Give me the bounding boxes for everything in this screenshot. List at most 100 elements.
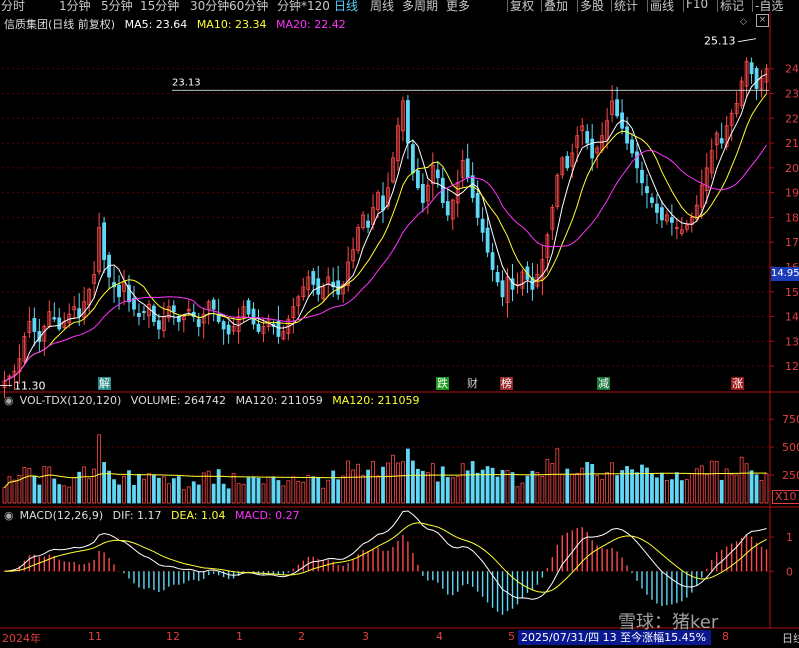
volume-bar	[296, 480, 301, 504]
event-marker-bang[interactable]: 榜	[500, 377, 513, 390]
volume-bar	[156, 477, 161, 504]
volume-bar	[47, 466, 52, 504]
macd-indicator-name[interactable]: MACD(12,26,9)	[20, 509, 104, 522]
header-triangle-icon[interactable]: ◇	[740, 17, 747, 27]
toolbar-item-1[interactable]: 1分钟	[59, 0, 91, 14]
volume-bar	[281, 485, 286, 504]
toolbar-item-7[interactable]: 日线	[334, 0, 358, 14]
volume-bar	[62, 485, 67, 504]
volume-bar	[719, 479, 724, 504]
price-tick-label: 19	[785, 187, 799, 200]
volume-bar	[500, 470, 505, 504]
volume-bar	[734, 474, 739, 504]
x-label-period[interactable]: 日线	[782, 630, 799, 646]
volume-bar	[620, 470, 624, 504]
toolbar-item-4[interactable]: 30分钟	[190, 0, 229, 14]
watermark: 雪球：猪ker	[618, 612, 719, 633]
toolbar-item-3[interactable]: 15分钟	[140, 0, 179, 14]
toolbar-item-10[interactable]: 更多	[446, 0, 470, 14]
volume-bar	[311, 476, 316, 504]
event-marker-cai[interactable]: 财	[466, 377, 479, 390]
candle-body	[221, 321, 226, 330]
volume-bar	[127, 470, 131, 504]
volume-bar	[580, 467, 585, 504]
candle-body	[749, 62, 754, 75]
volume-bar	[415, 468, 420, 504]
x-label-2024: 2024年	[2, 632, 41, 645]
candle-body	[415, 170, 420, 189]
macd-collapse-icon[interactable]: ◉	[4, 509, 14, 522]
volume-bar	[689, 473, 694, 504]
candle-body	[137, 313, 141, 317]
volume-bar	[475, 472, 480, 504]
toolbar-right-item-3[interactable]: 统计	[614, 0, 638, 14]
candle-body	[640, 169, 644, 184]
price-tick-label: 15	[785, 286, 799, 299]
volume-bar	[122, 475, 126, 504]
event-marker-jie[interactable]: 解	[98, 377, 111, 390]
toolbar-separator	[541, 0, 542, 12]
candle-body	[480, 218, 485, 233]
price-tick-label: 22	[785, 112, 799, 125]
ma5-line	[4, 73, 767, 382]
volume-bar	[455, 476, 460, 504]
ma10-value: MA10: 23.34	[196, 18, 267, 31]
vol-collapse-icon[interactable]: ◉	[4, 394, 14, 407]
ma20-value: MA20: 22.42	[276, 18, 346, 31]
toolbar-item-5[interactable]: 60分钟	[229, 0, 268, 14]
candle-body	[171, 305, 176, 313]
volume-bar	[425, 472, 430, 504]
volume-bar	[266, 476, 271, 504]
macd-value: MACD: 0.27	[235, 509, 300, 522]
toolbar-right-item-6[interactable]: 标记	[720, 0, 744, 14]
volume-bar	[336, 479, 341, 504]
vol-indicator-name[interactable]: VOL-TDX(120,120)	[20, 394, 122, 407]
toolbar-item-9[interactable]: 多周期	[402, 0, 438, 14]
vol-ma120-b: MA120: 211059	[332, 394, 420, 407]
toolbar-right-item-2[interactable]: 多股	[580, 0, 604, 14]
volume-value: VOLUME: 264742	[130, 394, 227, 407]
volume-bar	[560, 473, 565, 504]
toolbar-item-2[interactable]: 5分钟	[101, 0, 133, 14]
volume-bar	[420, 470, 425, 504]
toolbar-item-0[interactable]: 分时	[1, 0, 25, 14]
event-marker-jian[interactable]: 减	[597, 377, 610, 390]
price-tick-label: 14	[785, 311, 799, 324]
volume-bar	[316, 477, 321, 504]
volume-bar	[450, 477, 455, 504]
volume-bar	[67, 486, 72, 504]
toolbar-right-item-1[interactable]: 叠加	[544, 0, 568, 14]
volume-bar	[555, 448, 560, 504]
candle-body	[585, 131, 590, 144]
volume-bar	[445, 477, 450, 504]
volume-bar	[366, 469, 370, 504]
volume-unit-badge: X10	[772, 490, 799, 504]
volume-bar	[665, 480, 669, 504]
x-label-4: 4	[436, 630, 443, 643]
event-marker-die[interactable]: 跌	[436, 377, 449, 390]
volume-bar	[137, 473, 141, 504]
event-marker-zhang[interactable]: 涨	[731, 377, 744, 390]
close-panel-icon[interactable]: ×	[756, 14, 769, 27]
volume-bar	[510, 472, 515, 504]
candle-body	[500, 280, 505, 298]
candle-body	[435, 169, 440, 179]
toolbar-right-item-7[interactable]: -自选	[755, 0, 783, 14]
toolbar-item-6[interactable]: 分钟*120	[277, 0, 330, 14]
candle-body	[660, 207, 664, 221]
stock-title: 信质集团(日线 前复权)	[4, 18, 116, 31]
candle-body	[465, 158, 470, 179]
candle-body	[655, 203, 659, 213]
toolbar-right-item-4[interactable]: 画线	[650, 0, 674, 14]
volume-bar	[32, 475, 37, 504]
volume-bar	[610, 462, 615, 504]
volume-bar	[241, 483, 246, 504]
volume-tick-label: 750	[782, 413, 799, 426]
volume-bar	[82, 466, 87, 504]
toolbar-right-item-0[interactable]: 复权	[510, 0, 534, 14]
toolbar-item-8[interactable]: 周线	[370, 0, 394, 14]
volume-bar	[401, 461, 405, 504]
volume-bar	[2, 487, 7, 504]
kline-chart-canvas[interactable]: 1213141516171819202122232423.1325.1311.3…	[0, 0, 799, 648]
toolbar-right-item-5[interactable]: F10	[686, 0, 708, 11]
